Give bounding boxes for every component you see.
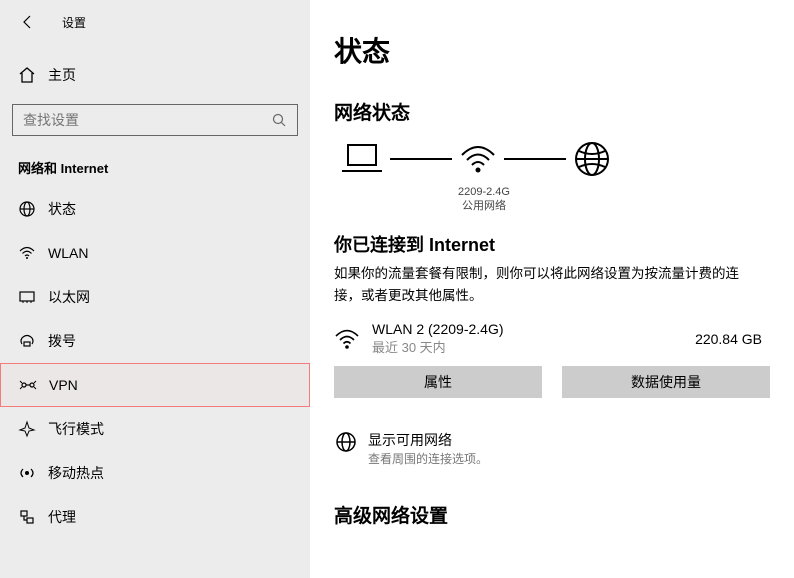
wifi-icon xyxy=(334,327,360,351)
airplane-icon xyxy=(18,420,48,438)
dialup-icon xyxy=(18,332,48,350)
connected-desc: 如果你的流量套餐有限制，则你可以将此网络设置为按流量计费的连接，或者更改其他属性… xyxy=(334,263,744,307)
wifi-diagram-icon xyxy=(458,141,498,177)
show-networks-sub: 查看周围的连接选项。 xyxy=(368,450,488,467)
nav-ethernet[interactable]: 以太网 xyxy=(0,275,310,319)
nav-label: 飞行模式 xyxy=(48,419,104,439)
network-status-heading: 网络状态 xyxy=(334,98,770,125)
nav-label: 拨号 xyxy=(48,331,76,351)
properties-button[interactable]: 属性 xyxy=(334,366,542,398)
back-button[interactable] xyxy=(20,14,40,30)
vpn-icon xyxy=(19,376,49,394)
nav-hotspot[interactable]: 移动热点 xyxy=(0,451,310,495)
diagram-label: 2209-2.4G 公用网络 xyxy=(434,185,534,213)
connection-usage: 220.84 GB xyxy=(695,331,762,347)
search-input[interactable] xyxy=(23,112,271,128)
connection-recent: 最近 30 天内 xyxy=(372,337,695,356)
proxy-icon xyxy=(18,508,48,526)
nav-status[interactable]: 状态 xyxy=(0,187,310,231)
show-networks-link[interactable]: 显示可用网络 查看周围的连接选项。 xyxy=(334,430,770,467)
search-icon xyxy=(271,112,287,128)
wifi-icon xyxy=(18,244,48,262)
nav-label: 移动热点 xyxy=(48,463,104,483)
connection-row: WLAN 2 (2209-2.4G) 最近 30 天内 220.84 GB xyxy=(334,321,770,356)
globe-icon xyxy=(572,139,612,179)
globe-icon xyxy=(334,430,368,454)
app-title: 设置 xyxy=(62,14,86,31)
connected-heading: 你已连接到 Internet xyxy=(334,231,770,257)
nav-label: 状态 xyxy=(48,199,76,219)
status-icon xyxy=(18,200,48,218)
nav-airplane[interactable]: 飞行模式 xyxy=(0,407,310,451)
nav-label: VPN xyxy=(49,377,78,393)
data-usage-button[interactable]: 数据使用量 xyxy=(562,366,770,398)
home-nav[interactable]: 主页 xyxy=(0,56,310,94)
category-label: 网络和 Internet xyxy=(0,136,310,187)
nav-label: 以太网 xyxy=(48,287,90,307)
home-label: 主页 xyxy=(48,65,76,85)
laptop-icon xyxy=(340,141,384,177)
nav-label: 代理 xyxy=(48,507,76,527)
home-icon xyxy=(18,66,48,84)
search-box[interactable] xyxy=(12,104,298,136)
nav-dialup[interactable]: 拨号 xyxy=(0,319,310,363)
nav-vpn[interactable]: VPN xyxy=(0,363,310,407)
advanced-heading: 高级网络设置 xyxy=(334,501,770,528)
hotspot-icon xyxy=(18,464,48,482)
ethernet-icon xyxy=(18,288,48,306)
nav-wlan[interactable]: WLAN xyxy=(0,231,310,275)
nav-label: WLAN xyxy=(48,245,88,261)
network-diagram xyxy=(340,139,770,179)
show-networks-title: 显示可用网络 xyxy=(368,430,488,450)
connection-name: WLAN 2 (2209-2.4G) xyxy=(372,321,695,337)
nav-proxy[interactable]: 代理 xyxy=(0,495,310,539)
page-title: 状态 xyxy=(334,30,770,70)
